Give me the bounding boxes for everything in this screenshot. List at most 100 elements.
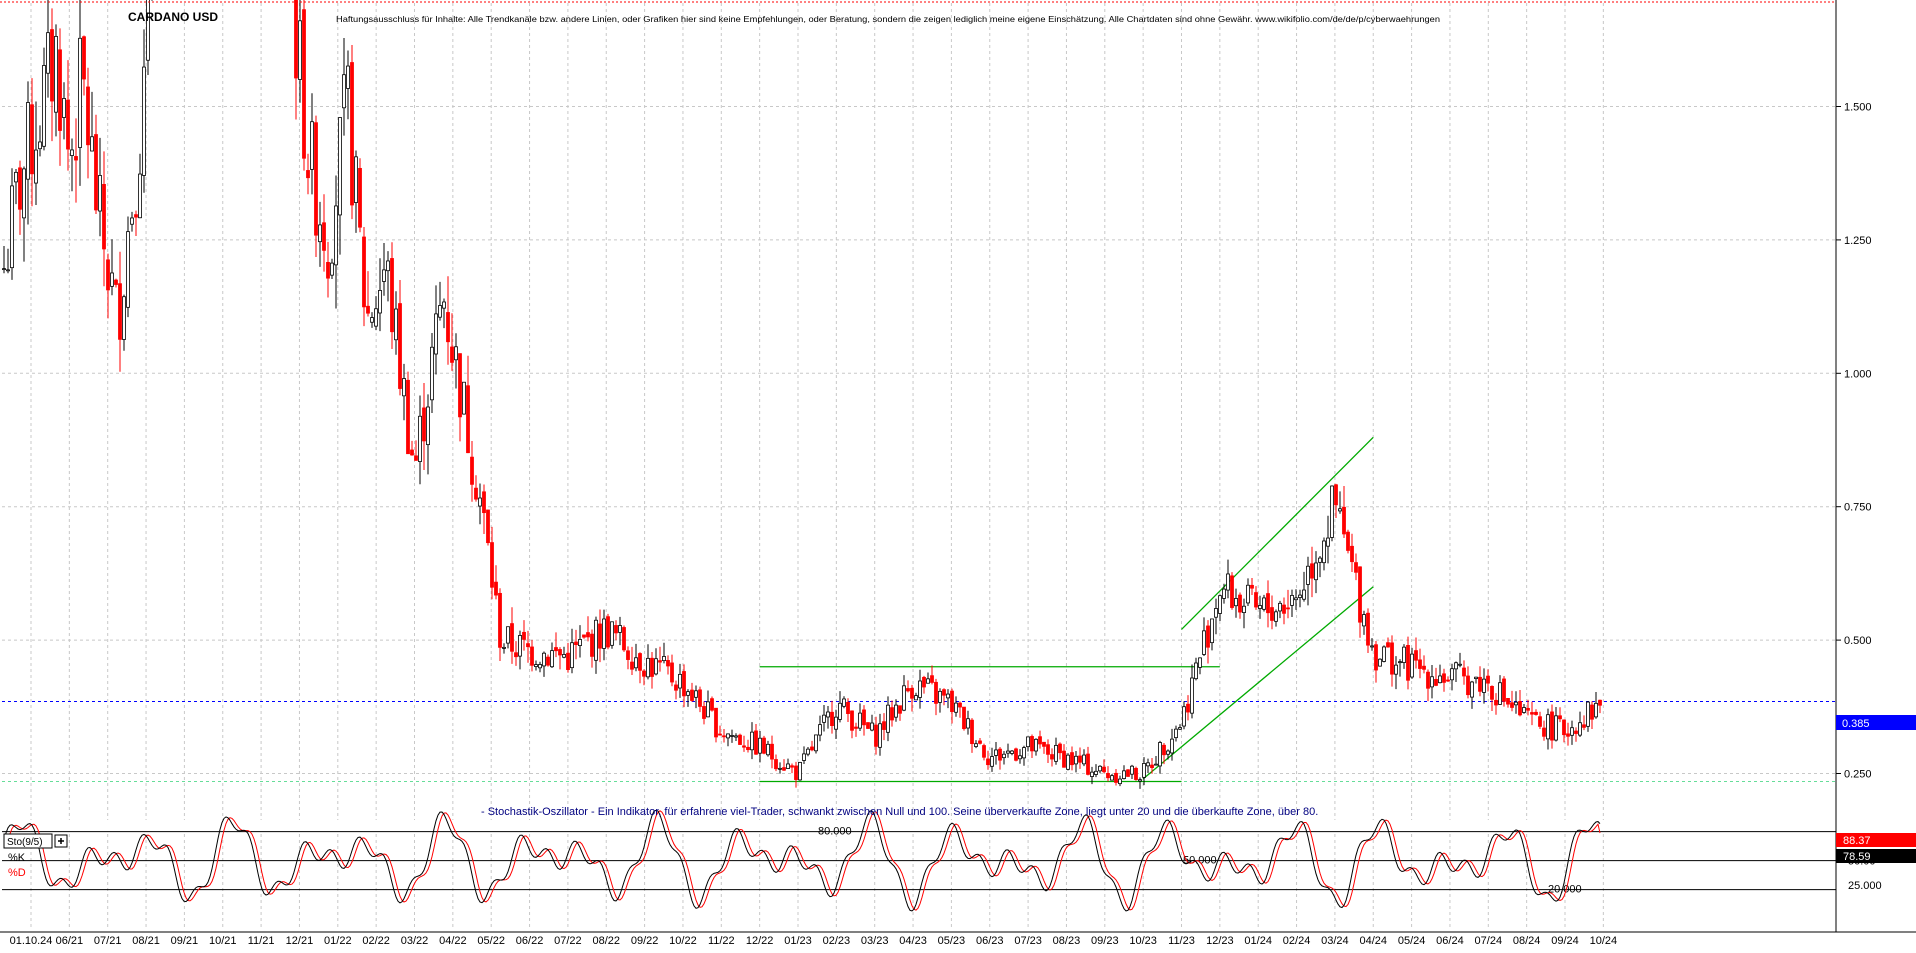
candle-body[interactable] (46, 32, 50, 74)
candle-body[interactable] (1034, 738, 1038, 752)
candle-body[interactable] (142, 66, 146, 176)
candle-body[interactable] (710, 698, 714, 711)
candle-body[interactable] (1446, 679, 1450, 682)
candle-body[interactable] (726, 733, 730, 739)
candle-body[interactable] (1530, 712, 1534, 715)
candle-body[interactable] (1338, 508, 1342, 512)
candle-body[interactable] (1146, 762, 1150, 767)
candle-body[interactable] (454, 346, 458, 361)
candle-body[interactable] (730, 735, 734, 737)
candle-body[interactable] (894, 704, 898, 718)
candle-body[interactable] (102, 183, 106, 250)
candle-body[interactable] (1238, 594, 1242, 613)
candle-body[interactable] (122, 296, 126, 340)
candle-body[interactable] (674, 684, 678, 691)
candle-body[interactable] (678, 673, 682, 689)
candle-body[interactable] (298, 20, 302, 80)
candle-body[interactable] (886, 704, 890, 733)
candle-body[interactable] (1518, 701, 1522, 716)
candle-body[interactable] (302, 9, 306, 159)
candle-body[interactable] (994, 749, 998, 756)
candle-body[interactable] (978, 740, 982, 744)
candle-body[interactable] (526, 643, 530, 648)
candle-body[interactable] (1554, 715, 1558, 741)
candle-body[interactable] (646, 657, 650, 678)
candle-body[interactable] (622, 627, 626, 651)
candle-body[interactable] (522, 631, 526, 640)
candle-body[interactable] (406, 379, 410, 455)
candle-body[interactable] (78, 37, 82, 148)
candle-body[interactable] (1394, 664, 1398, 675)
candle-body[interactable] (534, 664, 538, 667)
candle-body[interactable] (990, 756, 994, 767)
candle-body[interactable] (370, 317, 374, 323)
candle-body[interactable] (1410, 653, 1414, 678)
candle-body[interactable] (1042, 741, 1046, 747)
candle-body[interactable] (962, 706, 966, 730)
candle-body[interactable] (966, 718, 970, 729)
candle-body[interactable] (1182, 706, 1186, 727)
candle-body[interactable] (1558, 715, 1562, 720)
candle-body[interactable] (1342, 506, 1346, 535)
candle-body[interactable] (1418, 659, 1422, 669)
candle-body[interactable] (1534, 711, 1538, 715)
candle-body[interactable] (1166, 750, 1170, 755)
candle-body[interactable] (918, 680, 922, 698)
candle-body[interactable] (414, 455, 418, 461)
candle-body[interactable] (1298, 594, 1302, 598)
candle-body[interactable] (1218, 595, 1222, 614)
candle-body[interactable] (34, 149, 38, 184)
candle-body[interactable] (418, 415, 422, 462)
candle-body[interactable] (778, 767, 782, 770)
candle-body[interactable] (402, 378, 406, 397)
candle-body[interactable] (1054, 744, 1058, 762)
candle-body[interactable] (398, 303, 402, 389)
candle-body[interactable] (10, 185, 14, 269)
candle-body[interactable] (1206, 625, 1210, 648)
candle-body[interactable] (1362, 614, 1366, 627)
candle-body[interactable] (362, 236, 366, 308)
candle-body[interactable] (510, 623, 514, 652)
candle-body[interactable] (1582, 724, 1586, 728)
candle-body[interactable] (1506, 697, 1510, 705)
candle-body[interactable] (1014, 748, 1018, 761)
candle-body[interactable] (1470, 681, 1474, 698)
candle-body[interactable] (586, 632, 590, 638)
candle-body[interactable] (914, 695, 918, 701)
candle-body[interactable] (1514, 701, 1518, 706)
candle-body[interactable] (482, 491, 486, 514)
candle-body[interactable] (410, 449, 414, 456)
candle-body[interactable] (1118, 778, 1122, 785)
candle-body[interactable] (858, 712, 862, 729)
candle-body[interactable] (838, 702, 842, 720)
candle-body[interactable] (1170, 738, 1174, 754)
candle-body[interactable] (754, 730, 758, 755)
candle-body[interactable] (1382, 646, 1386, 662)
candle-body[interactable] (1110, 775, 1114, 781)
candle-body[interactable] (134, 214, 138, 218)
candle-body[interactable] (958, 702, 962, 708)
candle-body[interactable] (1002, 753, 1006, 759)
candle-body[interactable] (294, 0, 298, 79)
candle-body[interactable] (94, 134, 98, 211)
candle-body[interactable] (898, 705, 902, 714)
candle-body[interactable] (866, 722, 870, 729)
candle-body[interactable] (670, 662, 674, 683)
candle-body[interactable] (1454, 662, 1458, 670)
candle-body[interactable] (1222, 588, 1226, 599)
candle-body[interactable] (442, 301, 446, 309)
candle-body[interactable] (366, 305, 370, 314)
candle-body[interactable] (634, 657, 638, 669)
candle-body[interactable] (870, 722, 874, 731)
candle-body[interactable] (930, 675, 934, 683)
candle-body[interactable] (506, 626, 510, 644)
candle-body[interactable] (1522, 707, 1526, 713)
candle-body[interactable] (1234, 598, 1238, 607)
candle-body[interactable] (1586, 701, 1590, 727)
candle-body[interactable] (1542, 727, 1546, 737)
candle-body[interactable] (766, 743, 770, 756)
candle-body[interactable] (658, 660, 662, 663)
candle-body[interactable] (986, 758, 990, 766)
candle-body[interactable] (690, 689, 694, 701)
candle-body[interactable] (1598, 699, 1602, 706)
